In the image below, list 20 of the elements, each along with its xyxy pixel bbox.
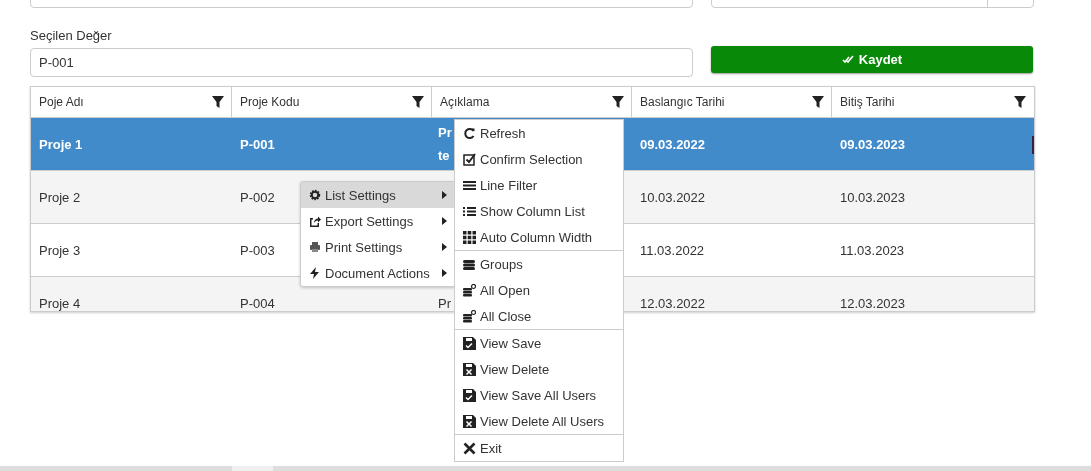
table-cell: Proje 3	[39, 242, 81, 258]
table-cell: 09.03.2023	[840, 136, 906, 152]
table-cell: 11.03.2022	[640, 242, 705, 258]
table-cell: Proje 4	[39, 295, 81, 311]
table-cell: P-001	[240, 136, 275, 152]
table-cell: P-003	[240, 242, 275, 258]
table-cell: P-004	[240, 295, 275, 311]
table-cell: 11.03.2023	[840, 242, 905, 258]
table-cell: 10.03.2022	[640, 189, 706, 205]
table-cell: 12.03.2023	[840, 295, 906, 311]
table-cell: 10.03.2023	[840, 189, 906, 205]
table-cell: Pr	[438, 125, 452, 140]
table-cell: Proje 2	[39, 189, 81, 205]
table-cell: te	[438, 148, 450, 163]
field-label: Seçilen Değer	[30, 28, 113, 43]
table-cell: 12.03.2022	[640, 295, 706, 311]
table-cell: P-002	[240, 189, 275, 205]
table-cell: Proje 1	[39, 136, 83, 152]
table-cell: 09.03.2022	[640, 136, 706, 152]
table-cell: Pr	[438, 295, 451, 311]
